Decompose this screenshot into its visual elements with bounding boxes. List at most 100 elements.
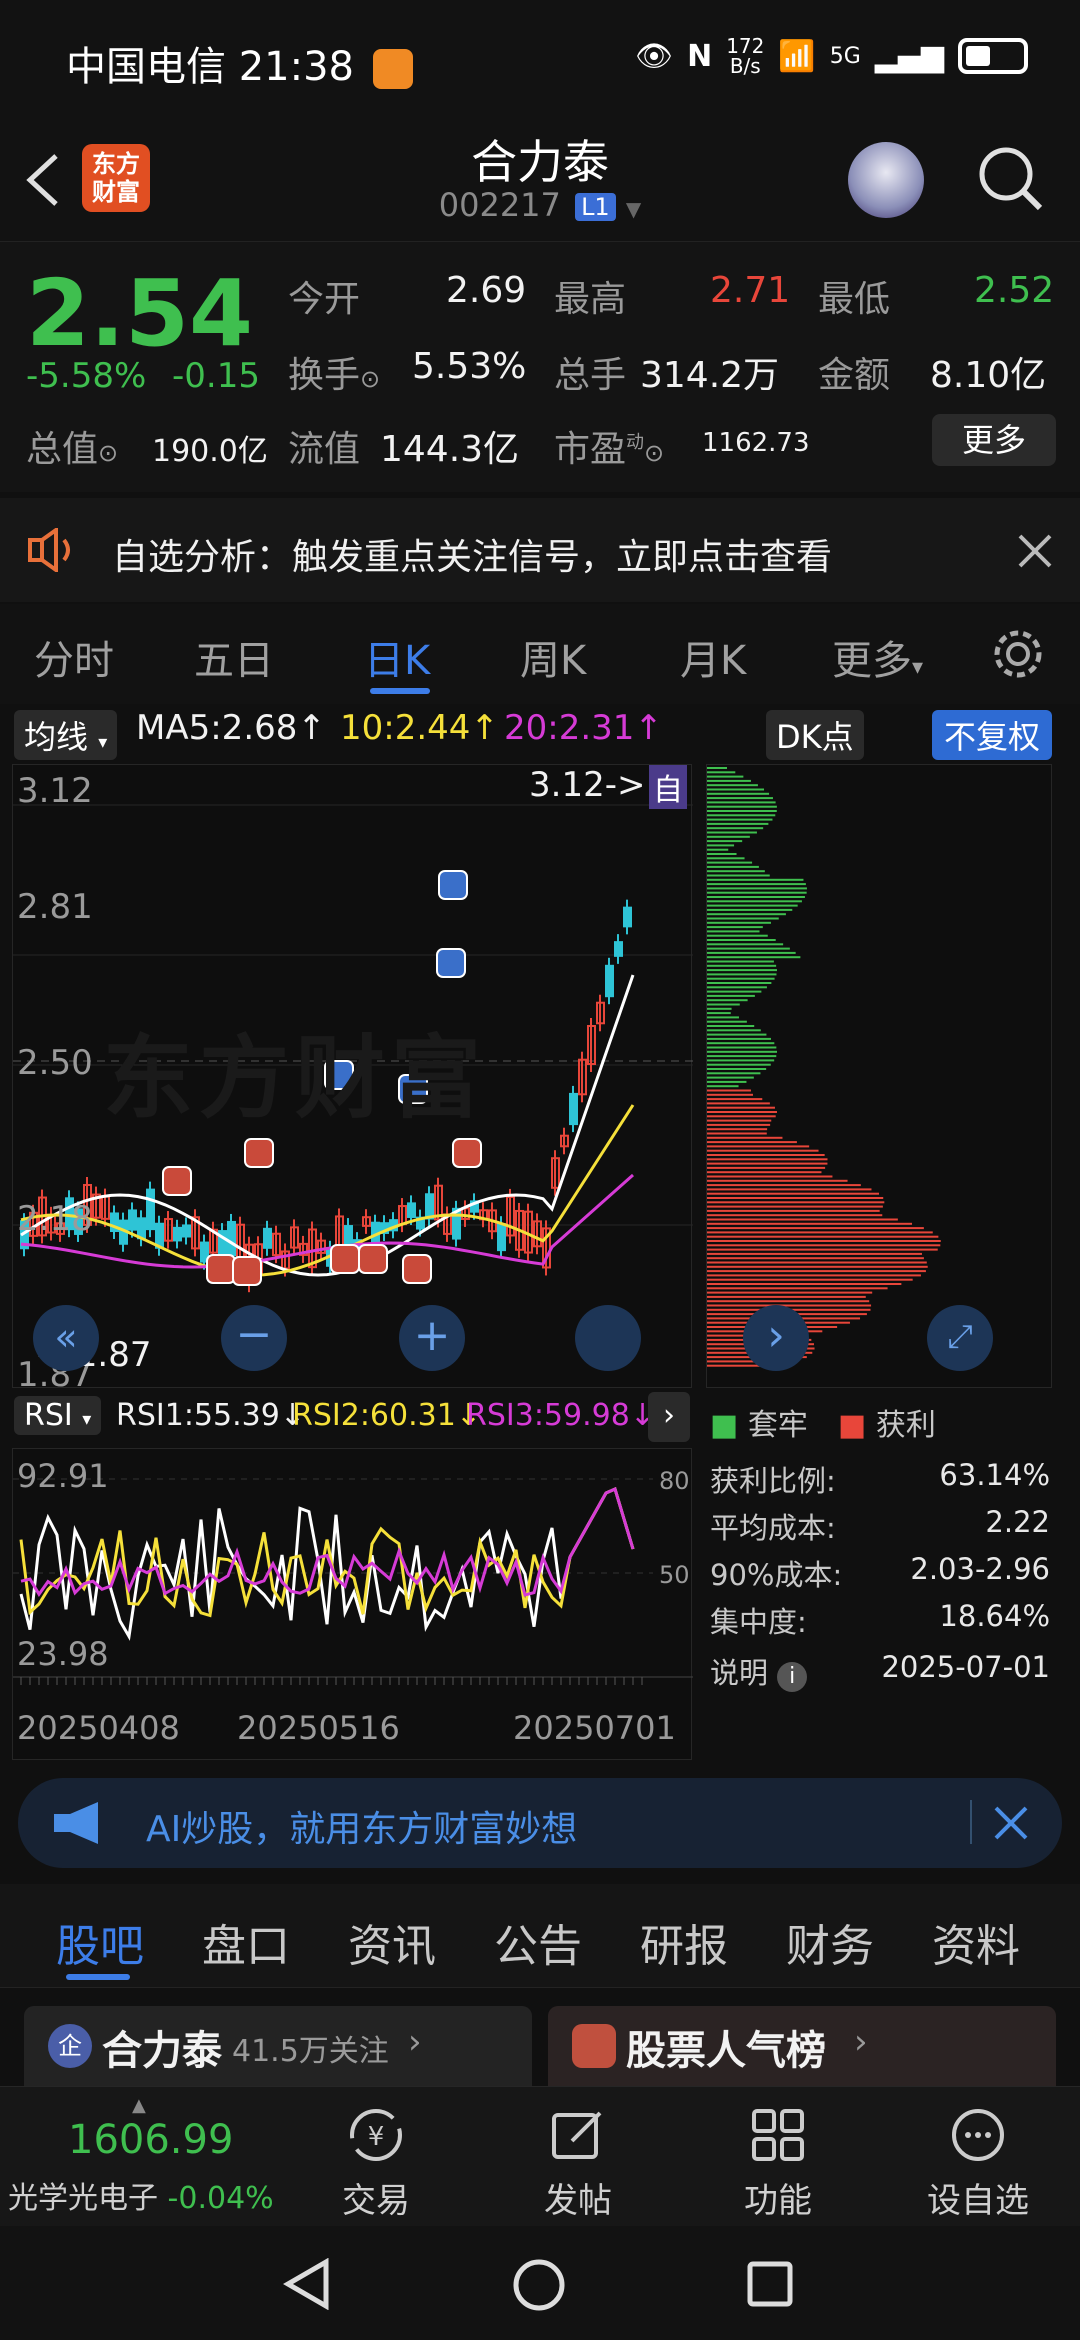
popularity-card[interactable]: 股票人气榜 ›	[548, 2006, 1056, 2086]
more-signal-icon[interactable]	[575, 1305, 641, 1371]
change-pct: -5.58%	[26, 356, 147, 396]
caret-down-icon: ▾	[82, 1409, 92, 1430]
tab-news[interactable]: 资讯	[348, 1910, 436, 1974]
chip-bar	[707, 999, 748, 1002]
scroll-left-fast-icon[interactable]: «	[33, 1305, 99, 1371]
nav-add-watchlist[interactable]: 设自选	[908, 2107, 1048, 2222]
ma-indicator-select[interactable]: 均线 ▾	[14, 710, 118, 760]
date-label: 20250701	[513, 1709, 676, 1747]
period-tabs: 分时 五日 日K 周K 月K 更多▾	[0, 604, 1080, 704]
search-icon[interactable]	[976, 144, 1046, 214]
close-icon[interactable]	[994, 1806, 1028, 1840]
caret-down-icon: ▾	[98, 732, 108, 753]
tab-weekly-k[interactable]: 周K	[520, 628, 586, 686]
chip-bar	[707, 896, 805, 898]
gear-icon[interactable]	[990, 626, 1046, 682]
expand-icon[interactable]: ⤢	[927, 1305, 993, 1371]
chevron-right-icon[interactable]: ›	[648, 1392, 690, 1442]
rsi-chart[interactable]: 92.91 23.98 80 50 20250408 20250516 2025…	[12, 1448, 693, 1760]
ma20-readout: 20:2.31↑	[504, 708, 663, 748]
home-circle-icon[interactable]	[512, 2258, 566, 2312]
tab-research[interactable]: 研报	[640, 1910, 728, 1974]
chip-bar	[707, 1046, 777, 1049]
high-label: 最高	[554, 279, 627, 320]
index-ticker[interactable]: ▲ 1606.99 光学光电子 -0.04%	[0, 2087, 280, 2227]
chip-bar	[707, 921, 771, 924]
sell-signal-icon	[436, 948, 466, 978]
chip-bar	[707, 767, 727, 769]
chip-bar	[707, 1300, 870, 1303]
tab-intraday[interactable]: 分时	[34, 628, 114, 686]
max-price-marker: 3.12->	[529, 765, 646, 805]
recents-square-icon[interactable]	[746, 2260, 794, 2308]
tab-announcements[interactable]: 公告	[494, 1910, 582, 1974]
dk-button[interactable]: DK点	[766, 710, 864, 760]
chevron-right-icon[interactable]: ›	[743, 1305, 809, 1371]
chip-bar	[707, 947, 790, 950]
rsi-indicator-select[interactable]: RSI ▾	[14, 1396, 102, 1435]
chip-bar	[707, 1072, 761, 1075]
carrier-label: 中国电信	[66, 44, 226, 90]
chip-bar	[707, 994, 755, 997]
chip-bar	[707, 797, 773, 800]
zoom-in-icon[interactable]: +	[399, 1305, 465, 1371]
buy-signal-icon	[402, 1254, 432, 1284]
chip-bar	[707, 1037, 771, 1040]
tab-more[interactable]: 更多▾	[832, 628, 923, 686]
clock: 21:38	[238, 44, 354, 90]
battery-fill	[966, 46, 990, 66]
system-nav-bar	[0, 2226, 1080, 2340]
buy-signal-icon	[206, 1254, 236, 1284]
zoom-out-icon[interactable]: −	[221, 1305, 287, 1371]
tab-monthly-k[interactable]: 月K	[680, 628, 746, 686]
chip-bar	[707, 1188, 872, 1191]
chip-bar	[707, 822, 769, 825]
amount-value: 8.10亿	[930, 355, 1047, 396]
robot-avatar-icon[interactable]	[848, 142, 924, 218]
buy-signal-icon	[330, 1244, 360, 1274]
buy-signal-icon	[452, 1138, 482, 1168]
tab-daily-k[interactable]: 日K	[364, 628, 430, 686]
chip-bar	[707, 1098, 763, 1101]
chip-bar	[707, 779, 751, 782]
chip-bar	[707, 1132, 767, 1135]
y-label: 2.81	[17, 887, 93, 927]
close-icon[interactable]	[1018, 534, 1052, 568]
back-triangle-icon[interactable]	[282, 2258, 332, 2310]
more-button[interactable]: 更多	[932, 414, 1056, 466]
turnover-label[interactable]: 换手⊙	[288, 346, 380, 398]
notice-bar[interactable]: 自选分析：触发重点关注信号，立即点击查看	[0, 498, 1080, 602]
chip-bar	[707, 1184, 861, 1187]
adjust-button[interactable]: 不复权	[932, 710, 1053, 760]
info-icon: ⊙	[644, 439, 665, 467]
kline-chart[interactable]: 东方财富 3.12 2.81 2.50 2.18 1.87 3.12-> 自 <…	[12, 764, 693, 1395]
sell-signal-icon	[438, 870, 468, 900]
nav-post[interactable]: 发帖	[508, 2107, 648, 2222]
cost-stat-row: 获利比例: 63.14%	[710, 1458, 1050, 1498]
pe-label[interactable]: 市盈动⊙	[554, 420, 664, 472]
tab-guba[interactable]: 股吧	[56, 1910, 144, 1974]
divider	[970, 1800, 972, 1844]
chip-bar	[707, 861, 753, 864]
mcap-label[interactable]: 总值⊙	[26, 420, 118, 472]
nav-functions[interactable]: 功能	[708, 2107, 848, 2222]
ai-banner[interactable]: AI炒股，就用东方财富妙想	[18, 1778, 1062, 1868]
stock-bar-card[interactable]: 企 合力泰 41.5万关注 ›	[24, 2006, 532, 2086]
tab-profile[interactable]: 资料	[932, 1910, 1020, 1974]
low-label: 最低	[818, 279, 891, 320]
chip-bar	[707, 1089, 751, 1092]
caret-down-icon: ▾	[912, 655, 924, 680]
cost-distribution-chart[interactable]: › ⤢	[706, 764, 1052, 1388]
tab-finance[interactable]: 财务	[786, 1910, 874, 1974]
cost-note-row[interactable]: 说明 i 2025-07-01	[710, 1650, 1050, 1697]
chip-bar	[707, 1033, 767, 1036]
tab-five-day[interactable]: 五日	[194, 628, 274, 686]
content-tabs: 股吧 盘口 资讯 公告 研报 财务 资料	[0, 1884, 1080, 1988]
chip-bar	[707, 1162, 828, 1165]
megaphone-icon	[54, 1802, 98, 1844]
watermark: 东方财富	[103, 1026, 487, 1131]
nav-trade[interactable]: ¥ 交易	[306, 2107, 446, 2222]
tab-pankou[interactable]: 盘口	[202, 1910, 290, 1974]
chip-bar	[707, 1244, 941, 1247]
info-icon: i	[777, 1662, 808, 1692]
